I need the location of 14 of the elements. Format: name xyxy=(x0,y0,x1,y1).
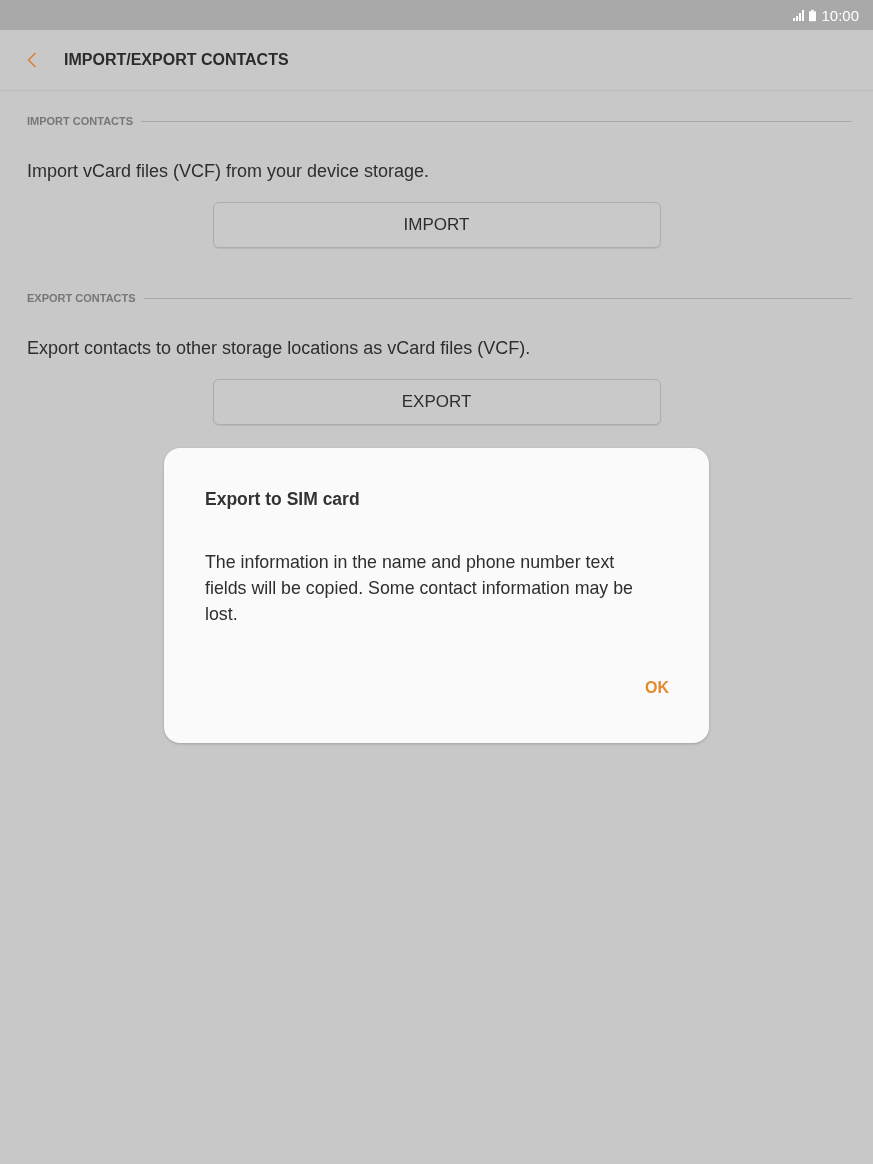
page-title: IMPORT/EXPORT CONTACTS xyxy=(64,51,289,69)
section-description: Export contacts to other storage locations as vCard files (VCF). xyxy=(27,337,532,360)
section-heading: IMPORT CONTACTS xyxy=(27,115,134,127)
back-icon xyxy=(27,52,37,68)
battery-icon xyxy=(809,8,817,22)
status-time: 10:00 xyxy=(821,6,859,24)
dialog-message: The information in the name and phone number text fields will be copied. Some contact information may be lost. xyxy=(205,551,634,626)
back-button[interactable] xyxy=(26,51,38,69)
signal-icon xyxy=(793,9,805,21)
section-description: Import vCard files (VCF) from your device storage. xyxy=(27,160,431,183)
action-button[interactable]: EXPORT xyxy=(212,379,661,425)
section-heading: EXPORT CONTACTS xyxy=(27,292,136,304)
dialog-title: Export to SIM card xyxy=(205,488,361,510)
action-button[interactable]: IMPORT xyxy=(212,202,661,248)
